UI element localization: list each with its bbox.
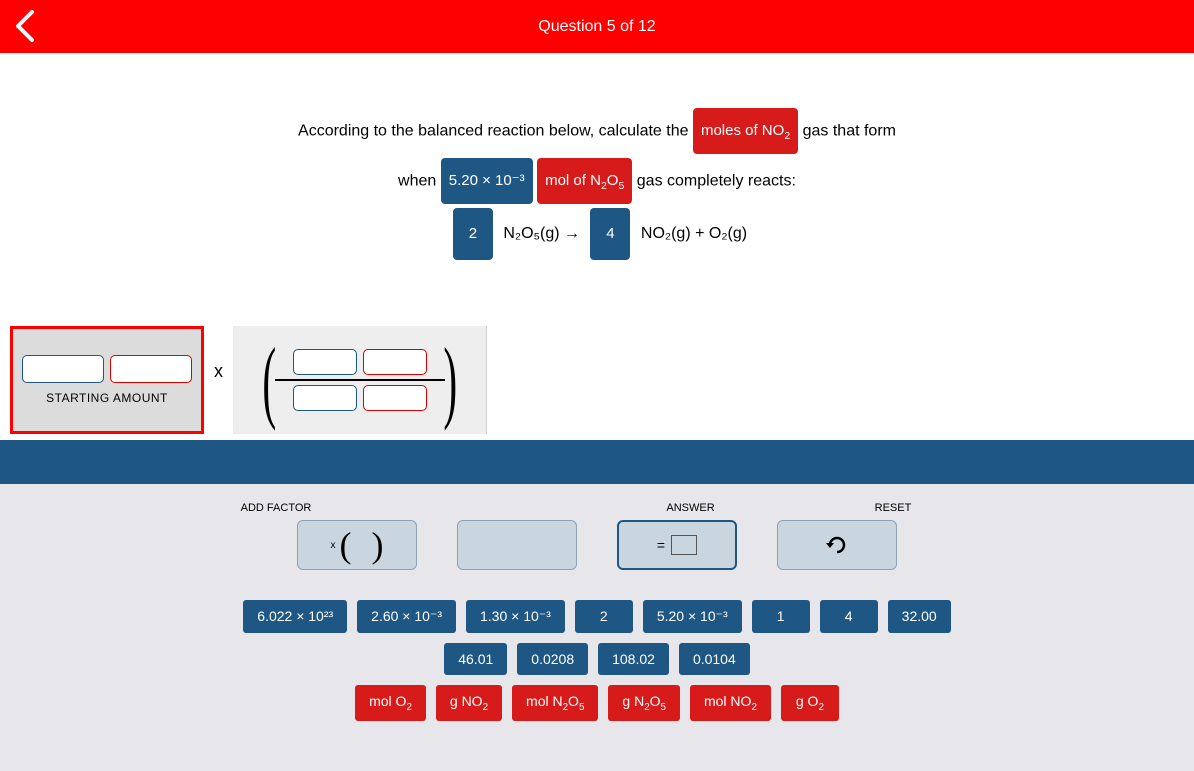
coefficient-1: 2 [453, 208, 493, 260]
number-tile[interactable]: 1 [752, 600, 810, 633]
rparen-icon: ) [372, 524, 384, 566]
number-tile[interactable]: 4 [820, 600, 878, 633]
answer-label: ANSWER [666, 502, 714, 514]
add-factor-label: ADD FACTOR [241, 502, 312, 514]
number-tile[interactable]: 0.0104 [679, 643, 750, 675]
prompt-text-4: gas completely reacts: [637, 173, 796, 190]
conversion-factor[interactable]: ( ) [233, 326, 487, 434]
unit-tiles: mol O2 g NO2 mol N2O5 g N2O5 mol NO2 g O2 [237, 685, 957, 721]
answer-button[interactable]: = [617, 520, 737, 570]
right-paren-icon: ) [443, 344, 457, 418]
left-paren-icon: ( [262, 344, 276, 418]
starting-amount-box[interactable]: STARTING AMOUNT [10, 326, 204, 434]
reset-button[interactable] [777, 520, 897, 570]
back-button[interactable] [12, 8, 40, 49]
answer-box-icon [671, 535, 697, 555]
number-tile[interactable]: 2 [575, 600, 633, 633]
substance-chip: mol of N2O5 [537, 158, 632, 204]
unit-tile[interactable]: mol N2O5 [512, 685, 598, 721]
chevron-left-icon [12, 8, 40, 44]
equation-part-1: N₂O₅(g) → [503, 226, 580, 243]
numerator-value-slot[interactable] [293, 349, 357, 375]
x-icon: x [331, 540, 336, 551]
reset-label: RESET [875, 502, 912, 514]
multiply-symbol: x [214, 361, 223, 382]
number-tile[interactable]: 5.20 × 10⁻³ [643, 600, 742, 633]
target-chip: moles of NO2 [693, 108, 798, 154]
number-tile[interactable]: 6.022 × 10²³ [243, 600, 347, 633]
number-tile[interactable]: 108.02 [598, 643, 669, 675]
coefficient-2: 4 [590, 208, 630, 260]
number-tile[interactable]: 32.00 [888, 600, 951, 633]
unit-tile[interactable]: mol O2 [355, 685, 426, 721]
prompt-text-2: gas that form [803, 122, 896, 139]
header: Question 5 of 12 [0, 0, 1194, 53]
work-area: STARTING AMOUNT x ( ) [0, 320, 1194, 440]
separator-bar [0, 440, 1194, 484]
numerator-unit-slot[interactable] [363, 349, 427, 375]
unit-tile[interactable]: mol NO2 [690, 685, 771, 721]
number-tiles: 6.022 × 10²³ 2.60 × 10⁻³ 1.30 × 10⁻³ 2 5.20 … [237, 600, 957, 675]
starting-value-slot[interactable] [22, 355, 104, 383]
question-text: According to the balanced reaction below… [0, 108, 1194, 260]
number-tile[interactable]: 1.30 × 10⁻³ [466, 600, 565, 633]
unit-tile[interactable]: g N2O5 [608, 685, 680, 721]
unit-tile[interactable]: g NO2 [436, 685, 502, 721]
prompt-text-1: According to the balanced reaction below… [298, 122, 688, 139]
prompt-text-3: when [398, 173, 436, 190]
number-tile[interactable]: 46.01 [444, 643, 507, 675]
fraction [275, 345, 445, 415]
blank-button[interactable] [457, 520, 577, 570]
denominator-unit-slot[interactable] [363, 385, 427, 411]
number-tile[interactable]: 0.0208 [517, 643, 588, 675]
number-tile[interactable]: 2.60 × 10⁻³ [357, 600, 456, 633]
unit-tile[interactable]: g O2 [781, 685, 839, 721]
equation: 2 N₂O₅(g) → 4 NO₂(g) + O₂(g) [0, 208, 1194, 260]
equals-icon: = [657, 537, 665, 553]
amount-chip: 5.20 × 10⁻³ [441, 158, 533, 204]
controls-panel: ADD FACTOR ANSWER RESET x ( ) = 6.022 × … [0, 484, 1194, 771]
lparen-icon: ( [340, 524, 352, 566]
starting-unit-slot[interactable] [110, 355, 192, 383]
equation-part-2: NO₂(g) + O₂(g) [641, 226, 747, 243]
denominator-value-slot[interactable] [293, 385, 357, 411]
add-factor-button[interactable]: x ( ) [297, 520, 417, 570]
question-counter: Question 5 of 12 [0, 18, 1194, 36]
starting-amount-label: STARTING AMOUNT [46, 391, 168, 405]
undo-icon [823, 531, 851, 559]
